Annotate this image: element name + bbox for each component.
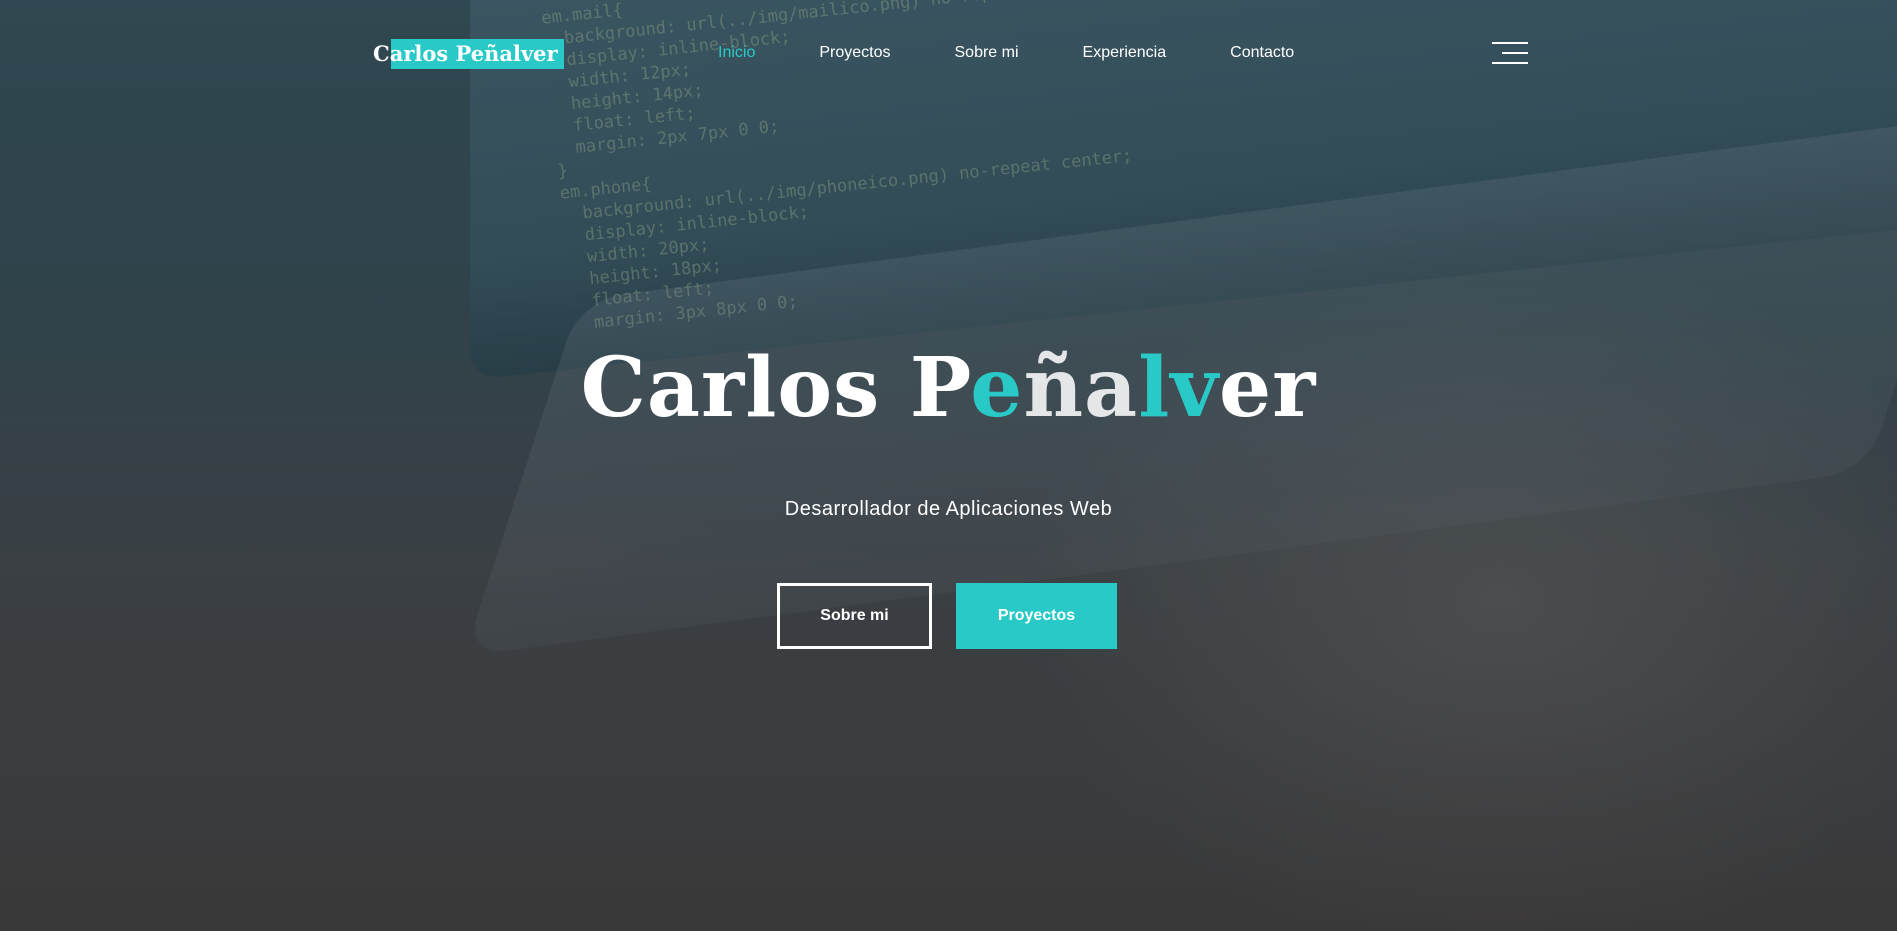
nav-item-sobre-mi[interactable]: Sobre mi bbox=[955, 42, 1019, 64]
hero-title-part: er bbox=[1218, 340, 1317, 436]
nav-item-contacto[interactable]: Contacto bbox=[1230, 42, 1294, 64]
site-logo[interactable]: Carlos Peñalver bbox=[373, 39, 564, 69]
sobre-mi-button[interactable]: Sobre mi bbox=[777, 583, 932, 649]
hero-subtitle: Desarrollador de Aplicaciones Web bbox=[784, 498, 1113, 520]
main-menu: Inicio Proyectos Sobre mi Experiencia Co… bbox=[718, 42, 1358, 64]
hero-title-part: e bbox=[970, 340, 1024, 436]
proyectos-button[interactable]: Proyectos bbox=[956, 583, 1117, 649]
top-navbar: Carlos Peñalver Inicio Proyectos Sobre m… bbox=[373, 36, 1528, 70]
hero-overlay bbox=[0, 0, 1897, 931]
hero-title-part: Carlos P bbox=[580, 340, 971, 436]
hero-title-part: ña bbox=[1023, 340, 1139, 436]
hero-title: Carlos Peñalver bbox=[0, 338, 1897, 438]
hamburger-icon[interactable] bbox=[1492, 42, 1528, 64]
nav-item-proyectos[interactable]: Proyectos bbox=[819, 42, 890, 64]
nav-item-inicio[interactable]: Inicio bbox=[718, 42, 755, 64]
nav-item-experiencia[interactable]: Experiencia bbox=[1083, 42, 1167, 64]
hero-title-part: lv bbox=[1138, 340, 1219, 436]
